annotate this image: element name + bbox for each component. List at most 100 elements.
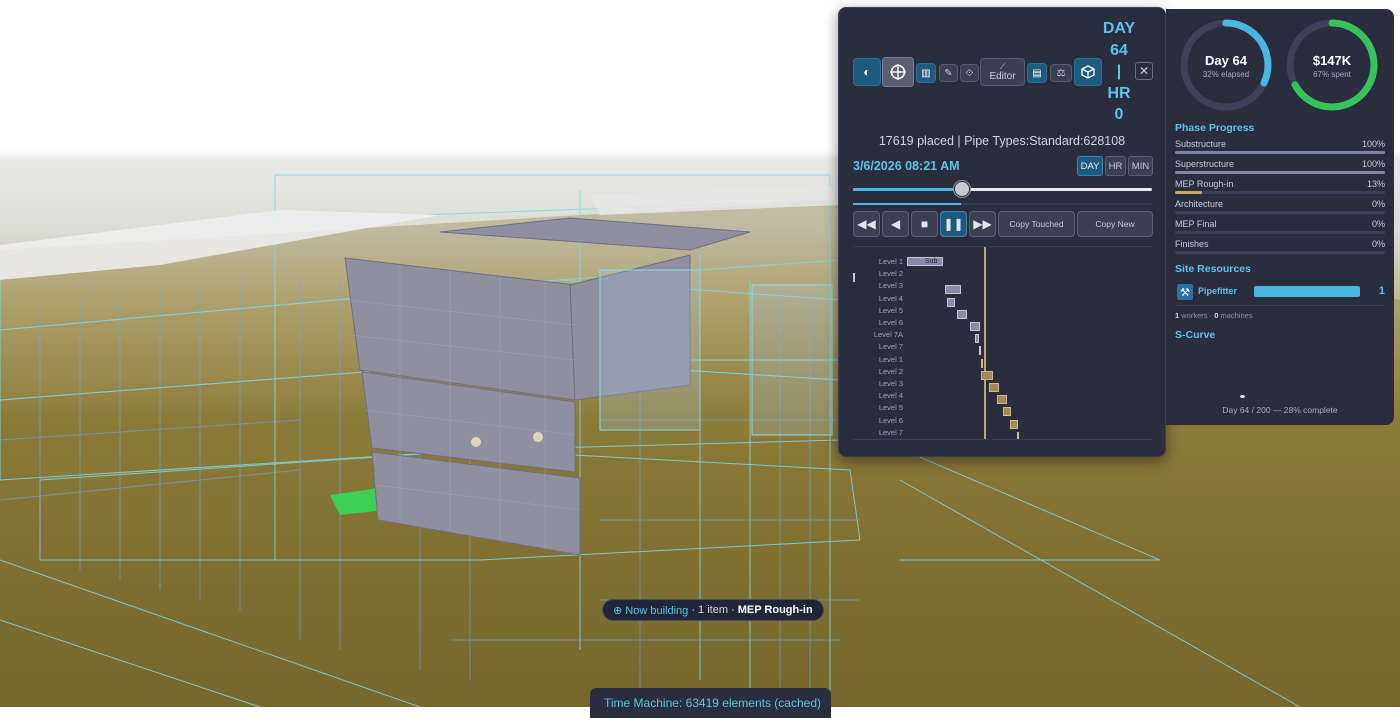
current-datetime: 3/6/2026 08:21 AM bbox=[853, 159, 960, 173]
gantt-bar bbox=[989, 383, 999, 392]
timeline-progress-fill bbox=[853, 203, 961, 205]
phase-progress-bar bbox=[1175, 151, 1385, 154]
gantt-bar bbox=[1017, 431, 1019, 439]
gantt-row-label: Level 6 bbox=[878, 318, 903, 327]
timeline-progress-bar bbox=[853, 203, 1152, 205]
gantt-row-label: Level 4 bbox=[878, 293, 903, 303]
phase-percent: 100% bbox=[1361, 159, 1385, 169]
now-building-pill: ⊕ Now building · 1 item · MEP Rough-in bbox=[602, 599, 824, 621]
unit-hour-button[interactable]: HR bbox=[1105, 156, 1126, 176]
gantt-row-label: Level 2 bbox=[878, 366, 903, 376]
rewind-button[interactable]: ◀◀ bbox=[853, 211, 880, 237]
editor-button[interactable]: ⟋ Editor bbox=[980, 58, 1025, 86]
phase-progress-fill bbox=[1175, 151, 1385, 154]
navigate-icon: ⟐ bbox=[965, 67, 974, 79]
gantt-row-label: Level 1 bbox=[878, 354, 903, 364]
gantt-bar: Sub bbox=[907, 257, 943, 266]
s-curve-point bbox=[1240, 395, 1245, 398]
time-machine-status: Time Machine: 63419 elements (cached) bbox=[590, 688, 831, 718]
cube-icon bbox=[1081, 65, 1095, 79]
step-back-button[interactable]: ◀ bbox=[882, 211, 909, 237]
now-building-label: ⊕ Now building bbox=[613, 604, 689, 617]
timeline-slider[interactable] bbox=[853, 181, 1152, 197]
scale-button[interactable]: ⚖ bbox=[1050, 64, 1072, 82]
now-building-count: · 1 item · bbox=[691, 604, 735, 616]
gantt-bar-label: Sub bbox=[925, 258, 938, 265]
day-ring-title: Day 64 bbox=[1205, 53, 1247, 68]
placement-status: 17619 placed | Pipe Types:Standard:62810… bbox=[878, 134, 1126, 148]
gantt-row-label: Level 7 bbox=[878, 342, 903, 352]
gantt-row-label: Level 5 bbox=[878, 403, 903, 413]
gantt-row-label: Level 1 bbox=[878, 257, 903, 266]
gantt-bar bbox=[947, 297, 955, 307]
chart-button[interactable]: ▥ bbox=[916, 63, 936, 83]
clipboard-icon: ▤ bbox=[1032, 67, 1042, 79]
cost-ring-subtitle: 67% spent bbox=[1313, 70, 1351, 79]
resource-count: 1 bbox=[1378, 285, 1385, 297]
gantt-bar bbox=[945, 285, 961, 295]
navigate-button[interactable]: ⟐ bbox=[960, 64, 979, 82]
gantt-bar bbox=[1003, 407, 1011, 417]
machines-count: 0 bbox=[1214, 311, 1219, 320]
phase-name: Finishes bbox=[1175, 239, 1209, 249]
resource-summary: 1 workers · 0 machines bbox=[1175, 311, 1253, 320]
unit-day-button[interactable]: DAY bbox=[1077, 156, 1103, 176]
cost-ring-title: $147K bbox=[1312, 53, 1352, 68]
crosshair-icon bbox=[890, 64, 906, 80]
phase-progress-title: Phase Progress bbox=[1175, 122, 1255, 134]
fast-forward-button[interactable]: ▶▶ bbox=[969, 211, 996, 237]
gantt-bar bbox=[981, 370, 993, 380]
site-resources-title: Site Resources bbox=[1175, 263, 1251, 275]
timeline-slider-fill bbox=[853, 188, 961, 191]
phase-name: MEP Final bbox=[1175, 219, 1217, 229]
copy-touched-button[interactable]: Copy Touched bbox=[998, 211, 1075, 237]
phase-progress-bar bbox=[1175, 211, 1385, 214]
gantt-bar bbox=[981, 358, 983, 368]
gantt-bar bbox=[1010, 419, 1018, 429]
contrast-icon: ◐ bbox=[863, 65, 871, 79]
close-button[interactable]: ✕ bbox=[1135, 62, 1153, 80]
phase-percent: 0% bbox=[1371, 239, 1385, 249]
scale-icon: ⚖ bbox=[1056, 67, 1066, 79]
gantt-bar bbox=[957, 309, 967, 319]
crosshair-button[interactable] bbox=[882, 57, 914, 87]
pause-button[interactable]: ❚❚ bbox=[940, 211, 967, 237]
workers-count: 1 bbox=[1175, 311, 1180, 320]
timeline-slider-thumb[interactable] bbox=[953, 181, 970, 197]
resource-bar bbox=[1254, 286, 1360, 297]
s-curve-title: S-Curve bbox=[1175, 329, 1216, 341]
phase-name: Architecture bbox=[1175, 199, 1224, 209]
gantt-row-label: Level 7A bbox=[873, 330, 903, 340]
time-machine-panel: ◐ ▥ ✎ ⟐ ⟋ Editor ▤ ⚖ DAY 64 | HR 0 ✕ 176… bbox=[838, 7, 1166, 457]
phase-name: MEP Rough-in bbox=[1175, 179, 1234, 189]
unit-minute-button[interactable]: MIN bbox=[1128, 156, 1153, 176]
chart-icon: ▥ bbox=[921, 67, 931, 79]
phase-progress-bar bbox=[1175, 171, 1385, 174]
machines-label: machines bbox=[1220, 311, 1253, 320]
gantt-row-label: Level 3 bbox=[878, 379, 903, 388]
gantt-bar bbox=[975, 334, 979, 344]
gantt-bar bbox=[979, 346, 981, 356]
gantt-bar bbox=[997, 395, 1007, 405]
phase-percent: 0% bbox=[1371, 199, 1385, 209]
gantt-bar bbox=[970, 322, 980, 331]
pipefitter-icon: ⚒ bbox=[1177, 284, 1193, 300]
resource-name: Pipefitter bbox=[1198, 286, 1238, 296]
phase-percent: 0% bbox=[1371, 219, 1385, 229]
pencil-button[interactable]: ✎ bbox=[939, 64, 958, 82]
stop-button[interactable]: ■ bbox=[911, 211, 938, 237]
now-building-phase: MEP Rough-in bbox=[737, 604, 813, 616]
gantt-row-label: Level 6 bbox=[878, 415, 903, 425]
divider bbox=[1175, 305, 1385, 306]
contrast-toggle-button[interactable]: ◐ bbox=[853, 58, 881, 86]
phase-progress-fill bbox=[1175, 171, 1385, 174]
clipboard-button[interactable]: ▤ bbox=[1027, 63, 1047, 83]
s-curve-footer: Day 64 / 200 — 28% complete bbox=[1222, 405, 1338, 415]
progress-summary-panel: Day 64 32% elapsed $147K 67% spent Phase… bbox=[1166, 9, 1394, 425]
copy-new-button[interactable]: Copy New bbox=[1077, 211, 1153, 237]
phase-progress-fill bbox=[1175, 191, 1203, 194]
phase-progress-bar bbox=[1175, 251, 1385, 254]
close-icon: ✕ bbox=[1138, 64, 1150, 78]
phase-percent: 100% bbox=[1361, 139, 1385, 149]
workers-label: workers · bbox=[1181, 311, 1213, 320]
